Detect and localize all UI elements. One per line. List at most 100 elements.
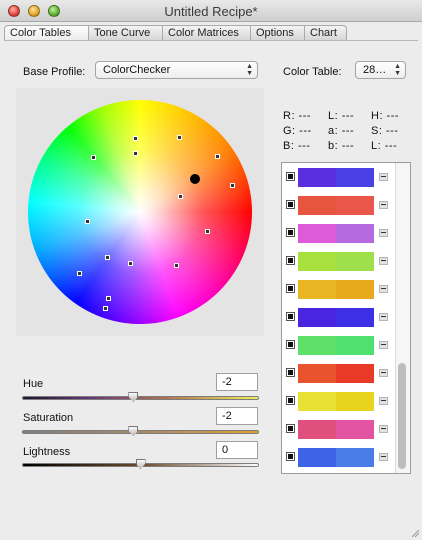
hue-slider-track[interactable] (22, 396, 259, 400)
color-swatch-pair[interactable] (298, 392, 374, 411)
color-table-row[interactable] (282, 331, 396, 359)
tab-color-tables[interactable]: Color Tables (4, 25, 89, 41)
target-color-swatch[interactable] (336, 224, 374, 243)
resize-grip-icon[interactable] (410, 528, 420, 538)
row-enable-checkbox[interactable] (286, 452, 295, 461)
target-color-swatch[interactable] (336, 448, 374, 467)
saturation-slider-track[interactable] (22, 430, 259, 434)
base-profile-popup[interactable]: ColorChecker ▲ ▼ (95, 61, 258, 79)
color-point-handle[interactable] (103, 306, 108, 311)
source-color-swatch[interactable] (298, 196, 336, 215)
color-point-handle[interactable] (178, 194, 183, 199)
selected-color-point[interactable] (190, 174, 200, 184)
remove-row-button[interactable] (379, 425, 388, 433)
color-point-handle[interactable] (133, 136, 138, 141)
color-point-handle[interactable] (215, 154, 220, 159)
color-table-row[interactable] (282, 163, 396, 191)
color-point-handle[interactable] (106, 296, 111, 301)
color-point-handle[interactable] (133, 151, 138, 156)
row-enable-checkbox[interactable] (286, 172, 295, 181)
remove-row-button[interactable] (379, 201, 388, 209)
color-wheel[interactable] (28, 100, 252, 324)
color-point-handle[interactable] (230, 183, 235, 188)
row-enable-checkbox[interactable] (286, 396, 295, 405)
target-color-swatch[interactable] (336, 280, 374, 299)
color-table-row[interactable] (282, 359, 396, 387)
color-point-handle[interactable] (85, 219, 90, 224)
color-table-row[interactable] (282, 275, 396, 303)
hue-slider-thumb[interactable] (128, 392, 139, 402)
remove-row-button[interactable] (379, 369, 388, 377)
target-color-swatch[interactable] (336, 252, 374, 271)
color-swatch-pair[interactable] (298, 252, 374, 271)
color-swatch-pair[interactable] (298, 336, 374, 355)
source-color-swatch[interactable] (298, 364, 336, 383)
color-table-row[interactable] (282, 191, 396, 219)
tab-chart[interactable]: Chart (305, 25, 347, 41)
row-enable-checkbox[interactable] (286, 424, 295, 433)
color-point-handle[interactable] (128, 261, 133, 266)
source-color-swatch[interactable] (298, 252, 336, 271)
color-swatch-pair[interactable] (298, 168, 374, 187)
color-swatch-pair[interactable] (298, 448, 374, 467)
tab-tone-curve[interactable]: Tone Curve (89, 25, 163, 41)
color-swatch-pair[interactable] (298, 224, 374, 243)
color-swatch-pair[interactable] (298, 420, 374, 439)
color-point-handle[interactable] (177, 135, 182, 140)
color-point-handle[interactable] (77, 271, 82, 276)
target-color-swatch[interactable] (336, 308, 374, 327)
saturation-value-field[interactable]: -2 (216, 407, 258, 425)
color-table-popup[interactable]: 28… ▲ ▼ (355, 61, 406, 79)
remove-row-button[interactable] (379, 285, 388, 293)
color-point-handle[interactable] (174, 263, 179, 268)
source-color-swatch[interactable] (298, 392, 336, 411)
target-color-swatch[interactable] (336, 392, 374, 411)
color-point-handle[interactable] (91, 155, 96, 160)
source-color-swatch[interactable] (298, 224, 336, 243)
remove-row-button[interactable] (379, 313, 388, 321)
target-color-swatch[interactable] (336, 336, 374, 355)
remove-row-button[interactable] (379, 453, 388, 461)
color-swatch-pair[interactable] (298, 280, 374, 299)
color-table-row[interactable] (282, 387, 396, 415)
lightness-slider-thumb[interactable] (135, 459, 146, 469)
row-enable-checkbox[interactable] (286, 284, 295, 293)
source-color-swatch[interactable] (298, 168, 336, 187)
lightness-value-field[interactable]: 0 (216, 441, 258, 459)
color-table-row[interactable] (282, 415, 396, 443)
remove-row-button[interactable] (379, 229, 388, 237)
hue-value-field[interactable]: -2 (216, 373, 258, 391)
row-enable-checkbox[interactable] (286, 228, 295, 237)
color-table-row[interactable] (282, 219, 396, 247)
color-table-row[interactable] (282, 247, 396, 275)
target-color-swatch[interactable] (336, 420, 374, 439)
remove-row-button[interactable] (379, 173, 388, 181)
saturation-slider-thumb[interactable] (128, 426, 139, 436)
list-scrollbar-thumb[interactable] (398, 363, 406, 469)
source-color-swatch[interactable] (298, 280, 336, 299)
remove-row-button[interactable] (379, 397, 388, 405)
row-enable-checkbox[interactable] (286, 256, 295, 265)
row-enable-checkbox[interactable] (286, 340, 295, 349)
color-table-row[interactable] (282, 303, 396, 331)
row-enable-checkbox[interactable] (286, 312, 295, 321)
tab-color-matrices[interactable]: Color Matrices (163, 25, 251, 41)
remove-row-button[interactable] (379, 341, 388, 349)
row-enable-checkbox[interactable] (286, 200, 295, 209)
color-table-list[interactable] (281, 162, 411, 474)
target-color-swatch[interactable] (336, 364, 374, 383)
color-swatch-pair[interactable] (298, 196, 374, 215)
target-color-swatch[interactable] (336, 168, 374, 187)
source-color-swatch[interactable] (298, 448, 336, 467)
source-color-swatch[interactable] (298, 420, 336, 439)
color-point-handle[interactable] (105, 255, 110, 260)
tab-options[interactable]: Options (251, 25, 305, 41)
source-color-swatch[interactable] (298, 336, 336, 355)
remove-row-button[interactable] (379, 257, 388, 265)
target-color-swatch[interactable] (336, 196, 374, 215)
color-table-row[interactable] (282, 443, 396, 471)
title-bar[interactable]: Untitled Recipe* (0, 0, 422, 22)
color-point-handle[interactable] (205, 229, 210, 234)
row-enable-checkbox[interactable] (286, 368, 295, 377)
source-color-swatch[interactable] (298, 308, 336, 327)
